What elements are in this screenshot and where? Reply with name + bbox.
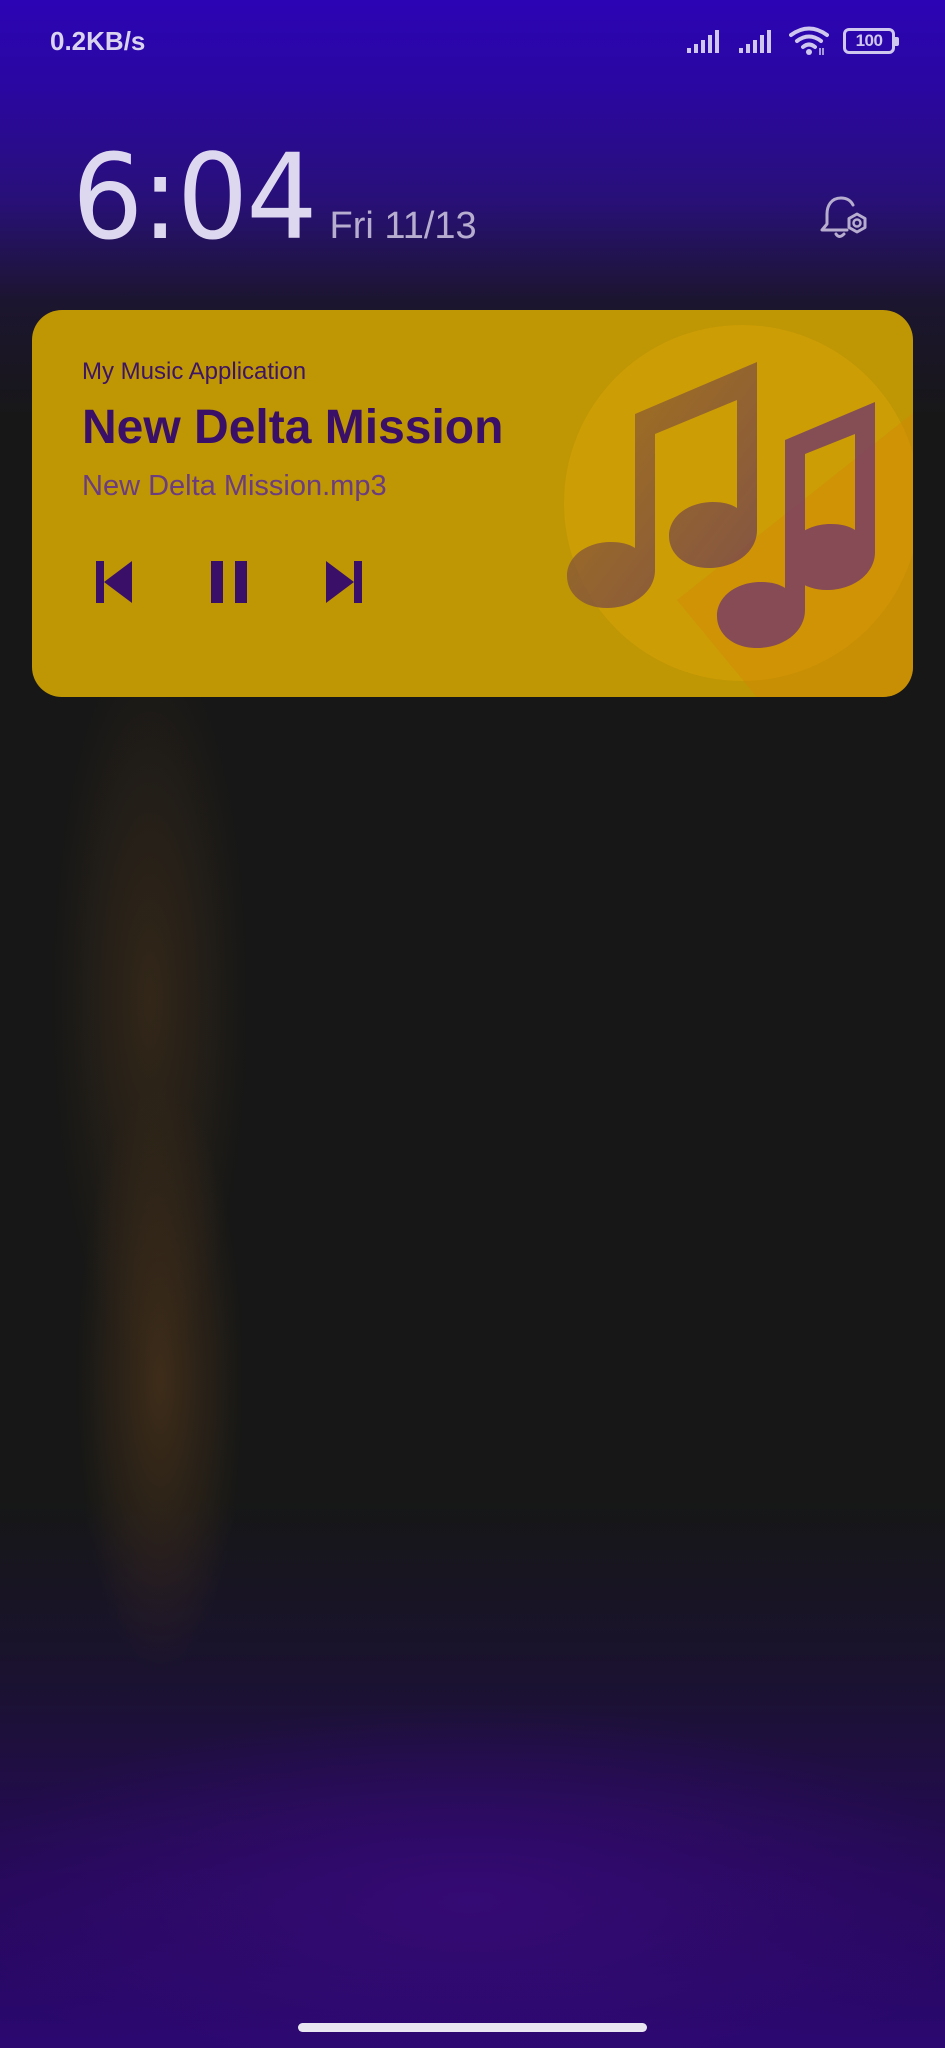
app-name: My Music Application	[82, 358, 307, 385]
skip-next-icon	[326, 561, 362, 603]
battery-icon: 100	[843, 28, 899, 54]
signal-icon	[687, 30, 719, 53]
home-indicator[interactable]	[298, 2023, 647, 2032]
pause-button[interactable]	[197, 550, 261, 614]
signal-icon	[739, 30, 771, 53]
wallpaper	[0, 0, 945, 2048]
status-bar: 0.2KB/s 100	[0, 0, 945, 86]
media-notification-card[interactable]: My Music Application New Delta Mission N…	[32, 310, 913, 697]
lockscreen-clock: 6:04 Fri 11/13	[72, 129, 477, 267]
wifi-icon	[789, 26, 829, 55]
battery-level: 100	[855, 31, 883, 50]
network-speed: 0.2KB/s	[50, 26, 146, 56]
music-notes-icon	[564, 325, 913, 697]
track-title: New Delta Mission	[82, 401, 504, 454]
previous-button[interactable]	[82, 550, 146, 614]
status-icons: 100	[685, 26, 899, 56]
clock-date: Fri 11/13	[329, 205, 477, 247]
skip-previous-icon	[96, 561, 132, 603]
track-file-name: New Delta Mission.mp3	[82, 470, 387, 502]
next-button[interactable]	[312, 550, 376, 614]
playback-controls	[82, 550, 376, 614]
clock-time: 6:04	[72, 129, 318, 267]
bell-settings-icon[interactable]	[817, 192, 871, 244]
pause-icon	[211, 561, 247, 603]
